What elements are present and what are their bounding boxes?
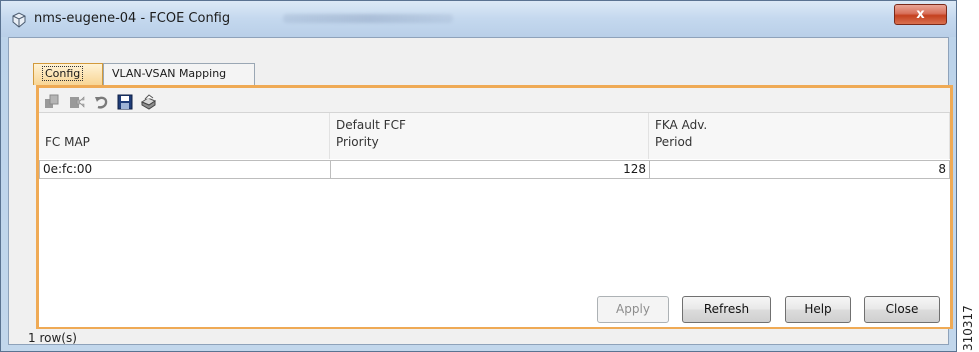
- apply-button[interactable]: Apply: [597, 296, 669, 323]
- window-close-button[interactable]: x: [894, 4, 947, 25]
- save-icon[interactable]: [116, 93, 134, 111]
- cell-default-fcf-priority[interactable]: 128: [330, 160, 650, 179]
- config-panel: FC MAP Default FCF Priority FKA Adv. Per…: [36, 85, 953, 329]
- header-line-1: Default FCF: [336, 118, 406, 132]
- tab-label: VLAN-VSAN Mapping: [112, 67, 227, 80]
- tab-config[interactable]: Config: [33, 63, 103, 85]
- header-line-2: Period: [655, 135, 693, 149]
- cell-fka-adv-period[interactable]: 8: [649, 160, 950, 179]
- row-count-status: 1 row(s): [28, 331, 77, 345]
- column-header-fc-map[interactable]: FC MAP: [39, 113, 330, 159]
- window-title: nms-eugene-04 - FCOE Config: [34, 11, 231, 26]
- window: nms-eugene-04 - FCOE Config x Config VLA…: [0, 0, 957, 352]
- background-window-title: [283, 14, 453, 23]
- header-line-1: FKA Adv.: [655, 118, 708, 132]
- tab-label: Config: [42, 66, 84, 81]
- dialog-body: Config VLAN-VSAN Mapping FC MAP Default …: [8, 37, 953, 345]
- figure-id: 310317: [960, 300, 976, 352]
- cell-fc-map[interactable]: 0e:fc:00: [39, 160, 331, 179]
- copy-icon[interactable]: [43, 93, 61, 111]
- app-icon: [12, 12, 26, 28]
- column-header-fka-adv-period[interactable]: FKA Adv. Period: [649, 113, 950, 159]
- refresh-button[interactable]: Refresh: [682, 296, 771, 323]
- tab-vlan-vsan-mapping[interactable]: VLAN-VSAN Mapping: [103, 63, 255, 85]
- figure-id-text: 310317: [961, 305, 975, 351]
- header-line-2: Priority: [336, 135, 379, 149]
- print-icon[interactable]: [139, 93, 157, 111]
- column-header-default-fcf-priority[interactable]: Default FCF Priority: [330, 113, 649, 159]
- close-button[interactable]: Close: [864, 296, 940, 323]
- help-button[interactable]: Help: [785, 296, 851, 323]
- undo-icon[interactable]: [93, 93, 111, 111]
- config-table: FC MAP Default FCF Priority FKA Adv. Per…: [39, 112, 950, 327]
- header-line-1: [45, 117, 323, 134]
- paste-icon[interactable]: [68, 93, 86, 111]
- header-line-2: FC MAP: [45, 135, 90, 149]
- title-bar[interactable]: nms-eugene-04 - FCOE Config x: [1, 1, 956, 37]
